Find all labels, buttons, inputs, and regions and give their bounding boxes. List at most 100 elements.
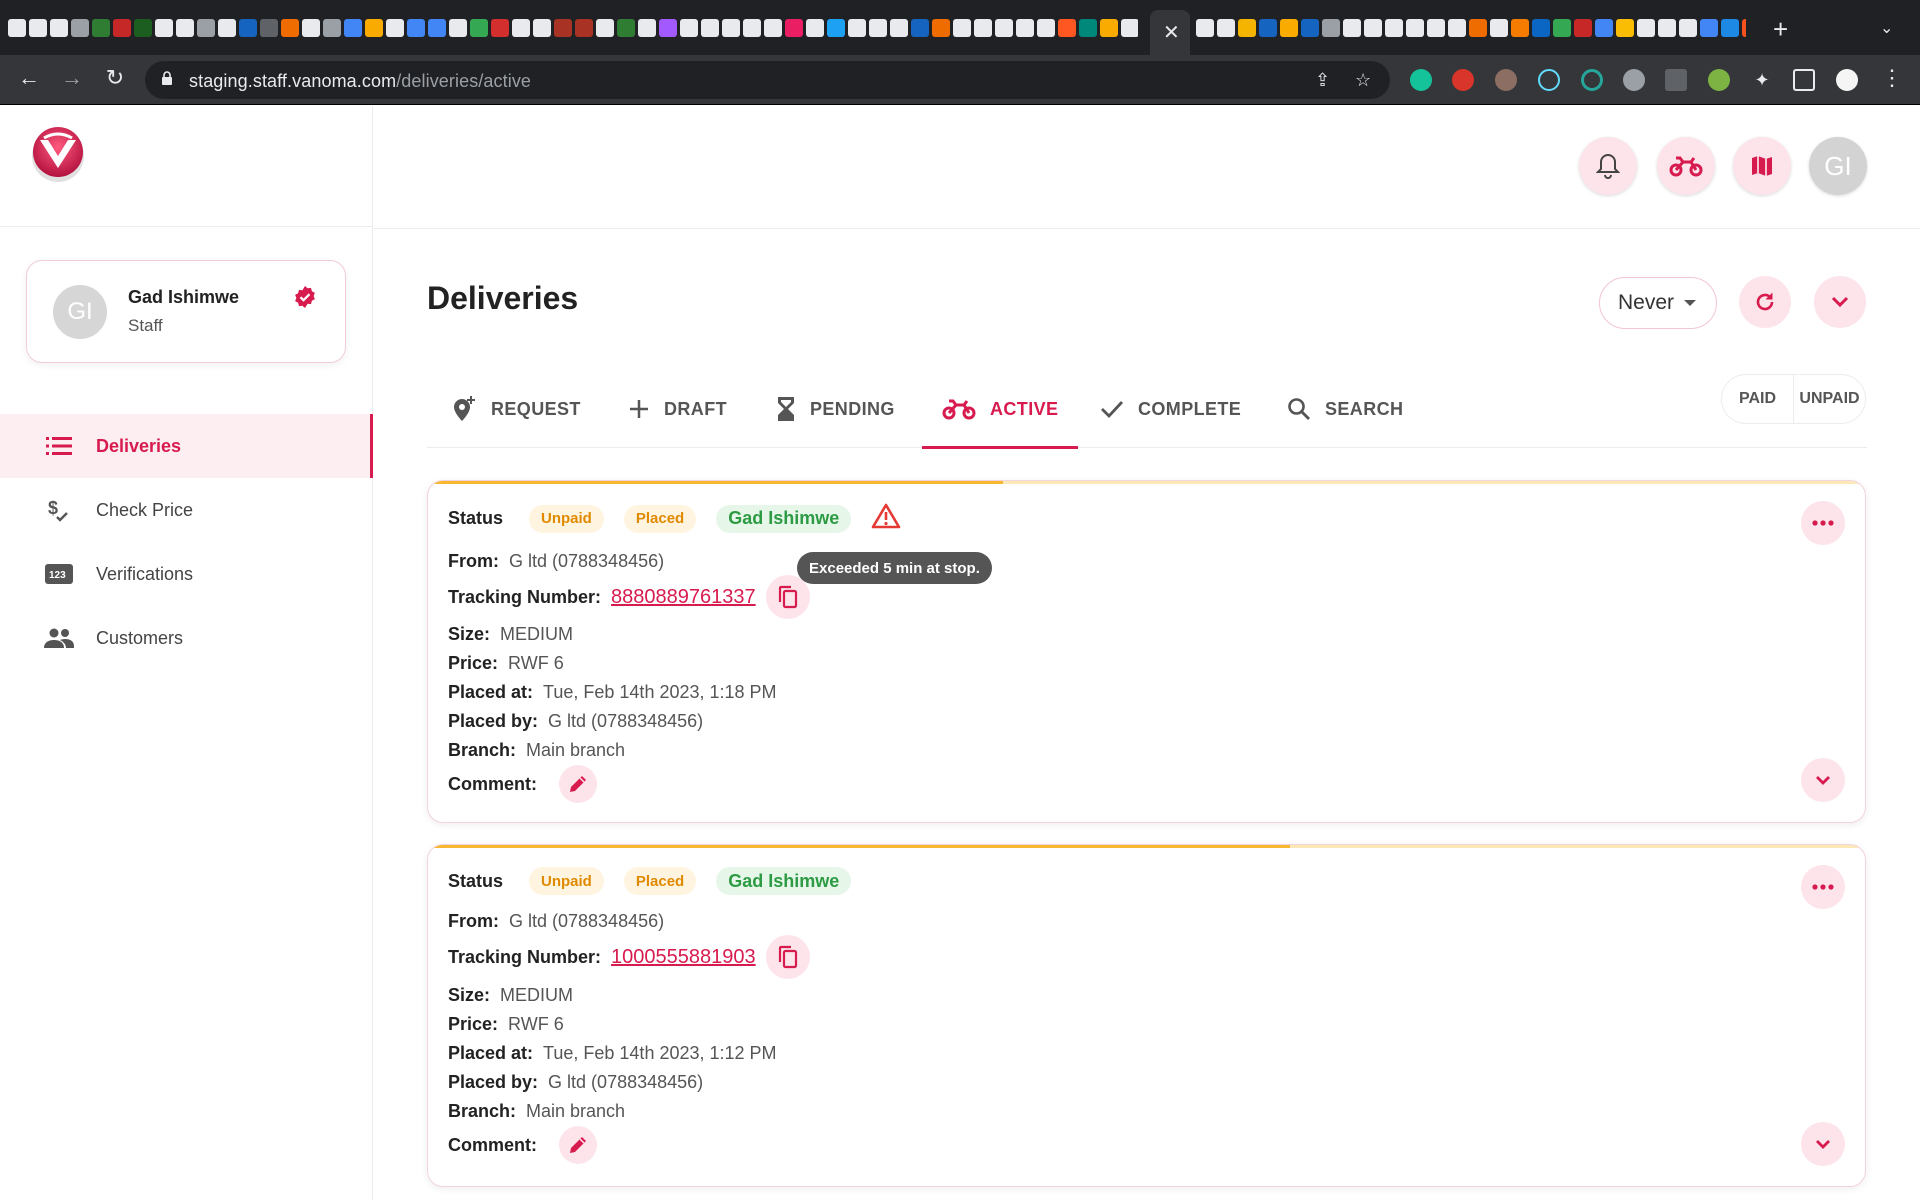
extensions-puzzle-icon[interactable]: ✦ (1751, 69, 1773, 91)
price-value: RWF 6 (508, 1014, 564, 1034)
warning-tooltip: Exceeded 5 min at stop. (797, 552, 992, 584)
list-icon (44, 434, 74, 458)
pencil-icon (570, 776, 586, 792)
assignee-badge: Gad Ishimwe (716, 504, 852, 533)
more-horizontal-icon (1812, 884, 1834, 890)
from-row: From: G ltd (0788348456) (448, 551, 664, 572)
svg-text:$: $ (48, 498, 58, 518)
og-extension-icon[interactable] (1665, 69, 1687, 91)
placed-by-label: Placed by: (448, 711, 539, 731)
edit-comment-button[interactable] (559, 765, 597, 803)
tab-search-icon[interactable]: ⌄ (1880, 18, 1893, 38)
price-row: Price: RWF 6 (448, 653, 564, 674)
vanoma-logo-icon[interactable] (28, 124, 88, 184)
tracking-number-link[interactable]: 1000555881903 (611, 946, 756, 969)
copy-tracking-button[interactable] (765, 575, 810, 619)
grammarly-extension-icon[interactable] (1410, 69, 1432, 91)
tab-pending[interactable]: PENDING (776, 370, 895, 448)
from-value: G ltd (0788348456) (509, 911, 665, 931)
new-tab-icon[interactable]: + (1773, 14, 1788, 45)
plus-icon (628, 398, 650, 420)
browser-toolbar: ← → ↻ staging.staff.vanoma.com/deliverie… (0, 55, 1920, 105)
tab-request[interactable]: REQUEST (451, 370, 581, 448)
placed-at-row: Placed at: Tue, Feb 14th 2023, 1:12 PM (448, 1043, 777, 1064)
more-actions-button[interactable] (1801, 865, 1845, 909)
placed-by-label: Placed by: (448, 1072, 539, 1092)
tab-active[interactable]: ACTIVE (921, 370, 1079, 449)
map-button[interactable] (1733, 137, 1791, 195)
expand-card-button[interactable] (1801, 1122, 1845, 1166)
browser-menu-icon[interactable]: ⋮ (1877, 65, 1907, 91)
check-icon (1100, 399, 1124, 419)
sidebar-item-label: Deliveries (96, 435, 182, 456)
active-tab[interactable]: ✕ (1150, 10, 1190, 55)
delivery-state-badge: Placed (623, 504, 697, 533)
page-title: Deliveries (427, 280, 579, 316)
bookmark-star-icon[interactable]: ☆ (1355, 70, 1371, 91)
warning-icon[interactable] (871, 503, 901, 534)
placed-by-value: G ltd (0788348456) (548, 1072, 704, 1092)
unpaid-filter-button[interactable]: UNPAID (1794, 375, 1865, 423)
chevron-down-icon (1816, 1140, 1830, 1149)
sidebar: GI Gad Ishimwe Staff Deliveries $ Check … (0, 106, 373, 1200)
user-avatar-button[interactable]: GI (1809, 137, 1867, 195)
tab-draft[interactable]: DRAFT (628, 370, 727, 448)
share-icon[interactable]: ⇪ (1315, 70, 1330, 91)
forward-icon[interactable]: → (57, 65, 87, 91)
reload-icon[interactable]: ↻ (100, 65, 130, 91)
expand-all-button[interactable] (1814, 276, 1866, 328)
back-icon[interactable]: ← (14, 65, 44, 91)
globe-extension-icon[interactable] (1623, 69, 1645, 91)
tab-search[interactable]: SEARCH (1287, 370, 1403, 448)
address-bar[interactable]: staging.staff.vanoma.com/deliveries/acti… (145, 61, 1390, 99)
stop-timer-bar (428, 481, 1003, 484)
url-text: staging.staff.vanoma.com/deliveries/acti… (189, 71, 532, 91)
delivery-card[interactable]: Status Unpaid Placed Gad Ishimwe From: G… (427, 480, 1866, 823)
profile-card[interactable]: GI Gad Ishimwe Staff (26, 260, 346, 363)
sidebar-item-label: Verifications (96, 563, 194, 584)
sidebar-item-verifications[interactable]: 123 Verifications (0, 542, 373, 606)
sidebar-item-deliveries[interactable]: Deliveries (0, 414, 373, 478)
close-tab-icon[interactable]: ✕ (1163, 20, 1180, 45)
price-check-icon: $ (44, 498, 74, 522)
delivery-tabs: REQUEST DRAFT PENDING ACTIVE COMPLETE SE… (427, 370, 1867, 449)
auto-refresh-select[interactable]: Never (1599, 277, 1717, 329)
notifications-button[interactable] (1579, 137, 1637, 195)
pencil-icon (570, 1137, 586, 1153)
tracking-number-link[interactable]: 8880889761337 (611, 586, 756, 609)
status-row: Status Unpaid Placed Gad Ishimwe (448, 867, 871, 895)
copy-tracking-button[interactable] (765, 935, 810, 979)
placed-at-label: Placed at: (448, 1043, 534, 1063)
chevron-down-icon (1831, 296, 1849, 308)
paid-filter-button[interactable]: PAID (1722, 375, 1794, 423)
tab-complete[interactable]: COMPLETE (1100, 370, 1241, 448)
refresh-button[interactable] (1739, 276, 1791, 328)
avatar: GI (53, 285, 107, 339)
more-actions-button[interactable] (1801, 501, 1845, 545)
react-devtools-icon[interactable] (1538, 69, 1560, 91)
tracking-row: Tracking Number: 8880889761337 (448, 573, 810, 621)
adblock-extension-icon[interactable] (1452, 69, 1474, 91)
sidebar-item-label: Customers (96, 627, 184, 648)
tab-favicons[interactable] (8, 19, 1138, 37)
hourglass-icon (776, 395, 796, 423)
extension-icon[interactable] (1495, 69, 1517, 91)
payment-filter: PAID UNPAID (1721, 374, 1866, 424)
profile-avatar-icon[interactable] (1836, 69, 1858, 91)
from-value: G ltd (0788348456) (509, 551, 665, 571)
expand-card-button[interactable] (1801, 758, 1845, 802)
frog-extension-icon[interactable] (1708, 69, 1730, 91)
edit-comment-button[interactable] (559, 1126, 597, 1164)
side-panel-icon[interactable] (1793, 69, 1815, 91)
extension-ring-icon[interactable] (1581, 69, 1603, 91)
svg-text:123: 123 (49, 570, 66, 581)
delivery-card[interactable]: Status Unpaid Placed Gad Ishimwe From: G… (427, 844, 1866, 1187)
placed-at-value: Tue, Feb 14th 2023, 1:18 PM (543, 682, 777, 702)
status-label: Status (448, 508, 504, 528)
drivers-button[interactable] (1657, 137, 1715, 195)
sidebar-item-check-price[interactable]: $ Check Price (0, 478, 373, 542)
tab-favicons-right[interactable] (1196, 19, 1746, 37)
status-row: Status Unpaid Placed Gad Ishimwe (448, 503, 901, 534)
branch-label: Branch: (448, 1101, 517, 1121)
sidebar-item-customers[interactable]: Customers (0, 606, 373, 670)
